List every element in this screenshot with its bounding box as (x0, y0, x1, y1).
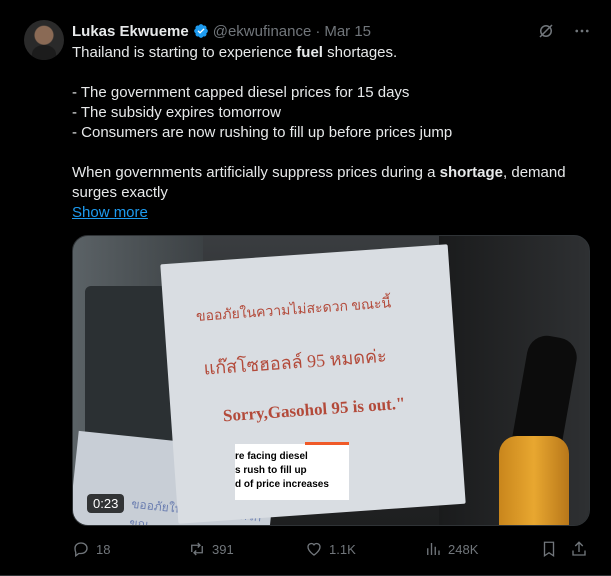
post-text-line: When governments artificially suppress p… (72, 164, 566, 201)
repost-icon (191, 542, 203, 556)
caption-line: s rush to fill up (235, 465, 307, 476)
sign-thai-line2: แก๊สโซฮอลล์ 95 หมดค่ะ (202, 345, 388, 379)
post-header: Lukas Ekwueme @ekwufinance · Mar 15 (72, 21, 371, 41)
bookmark-button[interactable] (540, 540, 558, 558)
top-actions (537, 22, 591, 40)
show-more-link[interactable]: Show more (72, 204, 148, 221)
share-icon (572, 541, 586, 556)
grok-icon[interactable] (537, 22, 555, 40)
bullet-line: - The subsidy expires tomorrow (72, 104, 281, 121)
views-count: 248K (448, 541, 479, 557)
heart-icon (307, 542, 321, 556)
action-bar: 18 391 1.1K 248K (72, 539, 592, 559)
post-date[interactable]: Mar 15 (324, 23, 371, 40)
author-handle[interactable]: @ekwufinance (213, 23, 312, 40)
header-separator: · (315, 22, 321, 40)
author-name[interactable]: Lukas Ekwueme (72, 23, 189, 40)
bookmark-icon (543, 541, 555, 558)
share-button[interactable] (570, 540, 588, 558)
repost-button[interactable]: 391 (188, 540, 234, 558)
reply-icon (74, 542, 88, 558)
fuel-nozzle (499, 436, 569, 525)
bullet-line: - The government capped diesel prices fo… (72, 84, 410, 101)
avatar[interactable] (24, 20, 64, 60)
sign-thai-line1: ขออภัยในความไม่สะดวก ขณะนี้ (195, 296, 392, 325)
like-count: 1.1K (329, 541, 356, 557)
post: Lukas Ekwueme @ekwufinance · Mar 15 Thai… (0, 0, 611, 576)
video-duration: 0:23 (87, 494, 125, 513)
caption-accent-bar (305, 442, 349, 445)
views-button[interactable]: 248K (424, 540, 478, 558)
verified-badge-icon[interactable] (193, 23, 209, 39)
reply-count: 18 (96, 541, 111, 557)
sign-english-line: Sorry,Gasohol 95 is out." (222, 393, 407, 426)
views-icon (427, 543, 440, 555)
post-text: Thailand is starting to experience fuel … (72, 43, 592, 223)
post-text-line: Thailand is starting to experience fuel … (72, 44, 398, 61)
caption-line: re facing diesel (235, 451, 308, 462)
like-button[interactable]: 1.1K (305, 540, 356, 558)
more-icon[interactable] (573, 22, 591, 40)
repost-count: 391 (212, 541, 234, 557)
video-caption: re facing diesel s rush to fill up d of … (235, 444, 349, 500)
reply-button[interactable]: 18 (72, 540, 110, 558)
caption-line: d of price increases (235, 479, 329, 490)
video-player[interactable]: ขออภัยในความไม่สะดวก ขณ ขออภัยในความไม่ส… (72, 235, 590, 526)
bullet-line: - Consumers are now rushing to fill up b… (72, 124, 453, 141)
